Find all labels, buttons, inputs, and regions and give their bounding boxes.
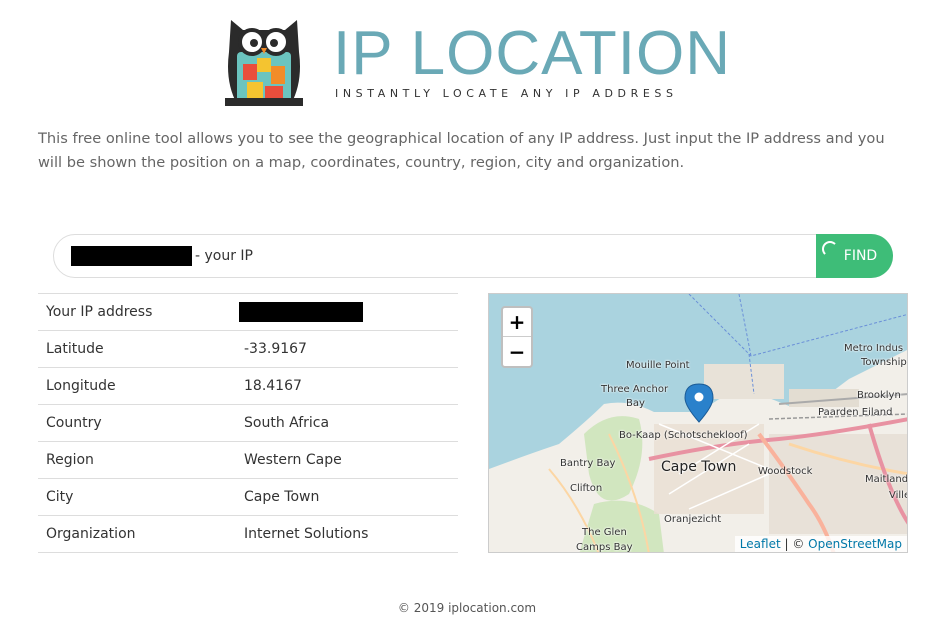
row-value: South Africa <box>244 415 330 431</box>
footer-copyright: © 2019 iplocation.com <box>397 601 537 615</box>
map-label: Bantry Bay <box>560 458 616 469</box>
row-label: Latitude <box>46 341 104 357</box>
row-value <box>239 294 458 330</box>
openstreetmap-link[interactable]: OpenStreetMap <box>808 537 902 551</box>
owl-logo-icon <box>225 20 303 106</box>
map-attribution: Leaflet | © OpenStreetMap <box>734 536 907 552</box>
site-tagline: INSTANTLY LOCATE ANY IP ADDRESS <box>335 87 678 100</box>
find-button[interactable]: FIND <box>816 234 893 278</box>
zoom-out-button[interactable]: − <box>503 337 531 366</box>
map-label: Bay <box>626 398 645 409</box>
map-label: The Glen <box>582 527 627 538</box>
ip-search-input[interactable]: - your IP FIND <box>53 234 893 278</box>
attribution-separator: | © <box>780 537 809 551</box>
row-value: 18.4167 <box>244 378 302 394</box>
table-row: Region Western Cape <box>38 442 458 479</box>
row-label: Country <box>46 415 102 431</box>
map-label: Township <box>861 357 907 368</box>
map-label: Clifton <box>570 483 603 494</box>
site-title: IP LOCATION <box>333 19 732 88</box>
map-label: Maitland <box>865 474 908 485</box>
find-button-label: FIND <box>843 248 878 264</box>
intro-text: This free online tool allows you to see … <box>38 130 885 171</box>
table-row: City Cape Town <box>38 479 458 516</box>
location-map[interactable]: Mouille Point Three Anchor Bay Bo-Kaap (… <box>488 293 908 553</box>
map-label: Metro Indus <box>844 343 904 354</box>
table-row: Longitude 18.4167 <box>38 368 458 405</box>
map-label: Woodstock <box>758 466 813 477</box>
map-label: Mouille Point <box>626 360 690 371</box>
row-label: Your IP address <box>46 304 153 320</box>
map-label: Brooklyn <box>857 390 901 401</box>
zoom-in-button[interactable]: + <box>503 308 531 337</box>
row-value: -33.9167 <box>244 341 307 357</box>
map-label: Ville <box>889 490 908 501</box>
row-value: Western Cape <box>244 452 342 468</box>
map-label: Three Anchor <box>601 384 669 395</box>
search-suffix: - your IP <box>195 248 254 264</box>
map-label: Paarden Eiland <box>818 407 893 418</box>
table-row: Country South Africa <box>38 405 458 442</box>
leaflet-link[interactable]: Leaflet <box>740 537 781 551</box>
table-row: Latitude -33.9167 <box>38 331 458 368</box>
spinner-icon <box>822 241 838 257</box>
ip-info-table: Your IP address Latitude -33.9167 Longit… <box>38 293 458 553</box>
map-label: Oranjezicht <box>664 514 722 525</box>
row-label: Organization <box>46 526 136 542</box>
row-label: Longitude <box>46 378 116 394</box>
row-label: City <box>46 489 74 505</box>
ip-value-redaction <box>239 302 363 322</box>
map-label: Camps Bay <box>576 542 633 553</box>
map-label-city: Cape Town <box>661 459 737 475</box>
table-row: Your IP address <box>38 294 458 331</box>
map-label: Bo-Kaap (Schotschekloof) <box>619 430 748 441</box>
row-label: Region <box>46 452 94 468</box>
row-value: Cape Town <box>244 489 320 505</box>
table-row: Organization Internet Solutions <box>38 516 458 553</box>
zoom-control: + − <box>501 306 533 368</box>
ip-redaction <box>71 246 192 266</box>
row-value: Internet Solutions <box>244 526 369 542</box>
